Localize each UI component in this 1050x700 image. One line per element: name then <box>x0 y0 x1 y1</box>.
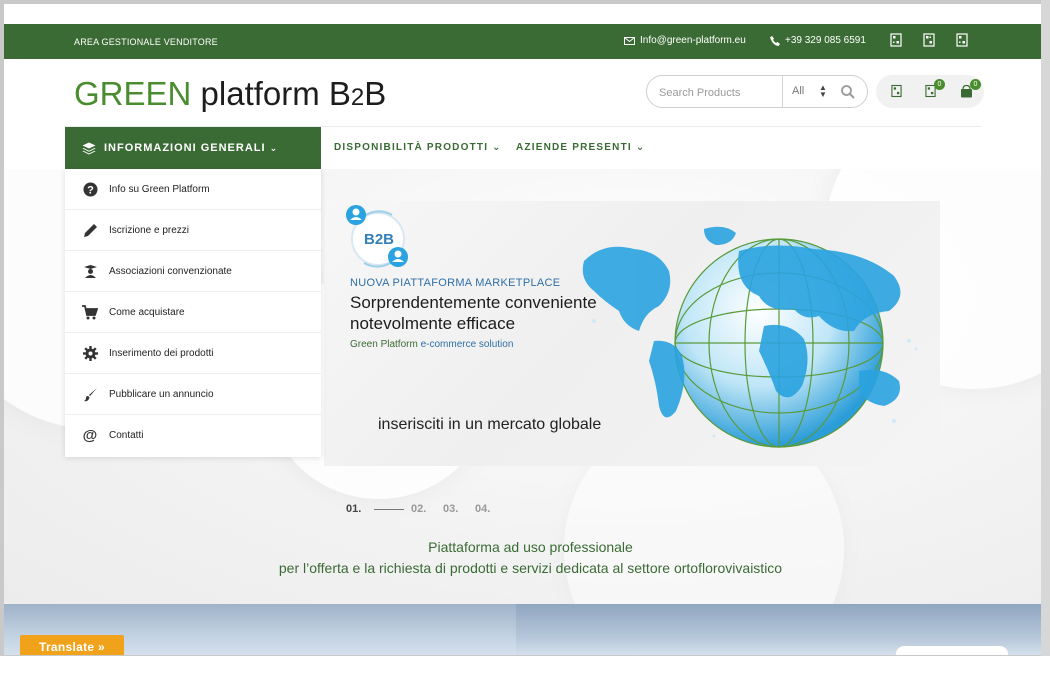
cart-count-badge: 0 <box>970 79 981 90</box>
menu-item-iscrizione[interactable]: Iscrizione e prezzi <box>65 210 321 251</box>
menu-item-label: Info su Green Platform <box>109 183 210 195</box>
select-arrows-icon[interactable]: ▲ ▼ <box>819 84 827 99</box>
phone-icon <box>770 35 780 46</box>
envelope-icon <box>624 36 635 45</box>
browser-viewport: AREA GESTIONALE VENDITORE Info@green-pla… <box>4 4 1041 655</box>
site-logo[interactable]: GREEN platform B2B <box>74 74 386 118</box>
tagline-line1: Piattaforma ad uso professionale <box>4 539 1041 555</box>
general-info-menu: ? Info su Green Platform Iscrizione e pr… <box>65 169 321 457</box>
seller-area-link[interactable]: AREA GESTIONALE VENDITORE <box>74 37 218 47</box>
chevron-down-icon: ⌄ <box>269 142 279 153</box>
wishlist-count-badge: 0 <box>934 79 945 90</box>
logo-green: GREEN <box>74 75 192 112</box>
layers-icon <box>82 142 96 154</box>
menu-item-label: Contatti <box>109 430 144 441</box>
qr-icon[interactable] <box>890 33 902 47</box>
window-edge <box>1041 0 1050 656</box>
feature-images-strip <box>4 604 1041 655</box>
search-input[interactable] <box>657 84 781 102</box>
graduate-icon <box>82 263 98 279</box>
search-icon[interactable] <box>840 84 856 100</box>
menu-item-inserimento[interactable]: Inserimento dei prodotti <box>65 333 321 374</box>
solution-brand: Green Platform <box>350 339 418 350</box>
page-bottom <box>0 656 1050 700</box>
category-select[interactable]: All <box>792 85 804 97</box>
pencil-icon <box>82 222 98 238</box>
translate-button[interactable]: Translate » <box>20 635 124 655</box>
solution-text: e-commerce solution <box>417 339 514 350</box>
menu-item-label: Inserimento dei prodotti <box>109 347 214 359</box>
qr-icon[interactable] <box>923 33 935 47</box>
tagline-line2: per l’offerta e la richiesta di prodotti… <box>4 560 1041 576</box>
b2b-icon: B2B <box>346 205 408 268</box>
menu-item-contatti[interactable]: @ Contatti <box>65 415 321 456</box>
qr-icon[interactable] <box>956 33 968 47</box>
slide-dot-1[interactable]: 01. <box>346 503 361 515</box>
menu-item-label: Pubblicare un annuncio <box>109 388 214 400</box>
menu-item-acquistare[interactable]: Come acquistare <box>65 292 321 333</box>
tagline-text-1: Piattaforma ad uso professionale <box>428 539 633 555</box>
question-icon: ? <box>82 181 98 197</box>
svg-text:?: ? <box>87 184 94 196</box>
phone-link[interactable]: +39 329 085 6591 <box>770 35 866 46</box>
slide-dot-2[interactable]: 02. <box>411 503 426 515</box>
nav-disponibilita-prodotti[interactable]: DISPONIBILITÀ PRODOTTI ⌄ <box>334 142 502 153</box>
account-qr-icon[interactable] <box>891 84 902 98</box>
logo-platform: platform B <box>191 75 351 112</box>
menu-item-label: Iscrizione e prezzi <box>109 224 190 236</box>
logo-b: B <box>364 75 387 112</box>
search-divider <box>782 76 783 107</box>
header-actions: 0 0 <box>876 75 984 108</box>
nav-informazioni-generali[interactable]: INFORMAZIONI GENERALI ⌄ <box>65 127 321 169</box>
menu-item-info[interactable]: ? Info su Green Platform <box>65 169 321 210</box>
chevron-down-icon: ⌄ <box>631 142 646 153</box>
nav-main-label: INFORMAZIONI GENERALI <box>104 142 266 154</box>
tagline-text-2: per l’offerta e la richiesta di prodotti… <box>278 560 783 576</box>
menu-item-label: Associazioni convenzionate <box>109 265 232 277</box>
logo-two: 2 <box>350 84 365 111</box>
email-link[interactable]: Info@green-platform.eu <box>624 35 746 46</box>
chat-widget-tab[interactable] <box>896 646 1008 655</box>
gear-icon <box>82 345 98 361</box>
nav-item-label: DISPONIBILITÀ PRODOTTI <box>334 142 489 153</box>
menu-item-annuncio[interactable]: Pubblicare un annuncio <box>65 374 321 415</box>
menu-item-label: Come acquistare <box>109 306 185 318</box>
active-slide-line <box>374 509 404 510</box>
search-bar: All ▲▼ <box>646 75 868 108</box>
globe-illustration <box>582 226 918 448</box>
email-text: Info@green-platform.eu <box>640 35 746 46</box>
nav-item-label: AZIENDE PRESENTI <box>516 142 632 153</box>
phone-text: +39 329 085 6591 <box>785 35 866 46</box>
top-bar: AREA GESTIONALE VENDITORE Info@green-pla… <box>4 24 1041 59</box>
promo-banner[interactable]: B2B NUOVA PIATTAFORMA MARKETPLACE Sorpre… <box>324 201 940 466</box>
banner-solution: Green Platform e-commerce solution <box>350 339 513 350</box>
nav-aziende-presenti[interactable]: AZIENDE PRESENTI ⌄ <box>516 142 645 153</box>
at-icon: @ <box>82 427 98 444</box>
menu-item-associazioni[interactable]: Associazioni convenzionate <box>65 251 321 292</box>
brush-icon <box>82 386 98 402</box>
slide-dot-3[interactable]: 03. <box>443 503 458 515</box>
b2b-text: B2B <box>364 231 394 248</box>
cart-icon <box>82 304 98 320</box>
chevron-down-icon: ⌄ <box>488 142 502 153</box>
banner-kicker: NUOVA PIATTAFORMA MARKETPLACE <box>350 277 561 289</box>
slide-dot-4[interactable]: 04. <box>475 503 490 515</box>
